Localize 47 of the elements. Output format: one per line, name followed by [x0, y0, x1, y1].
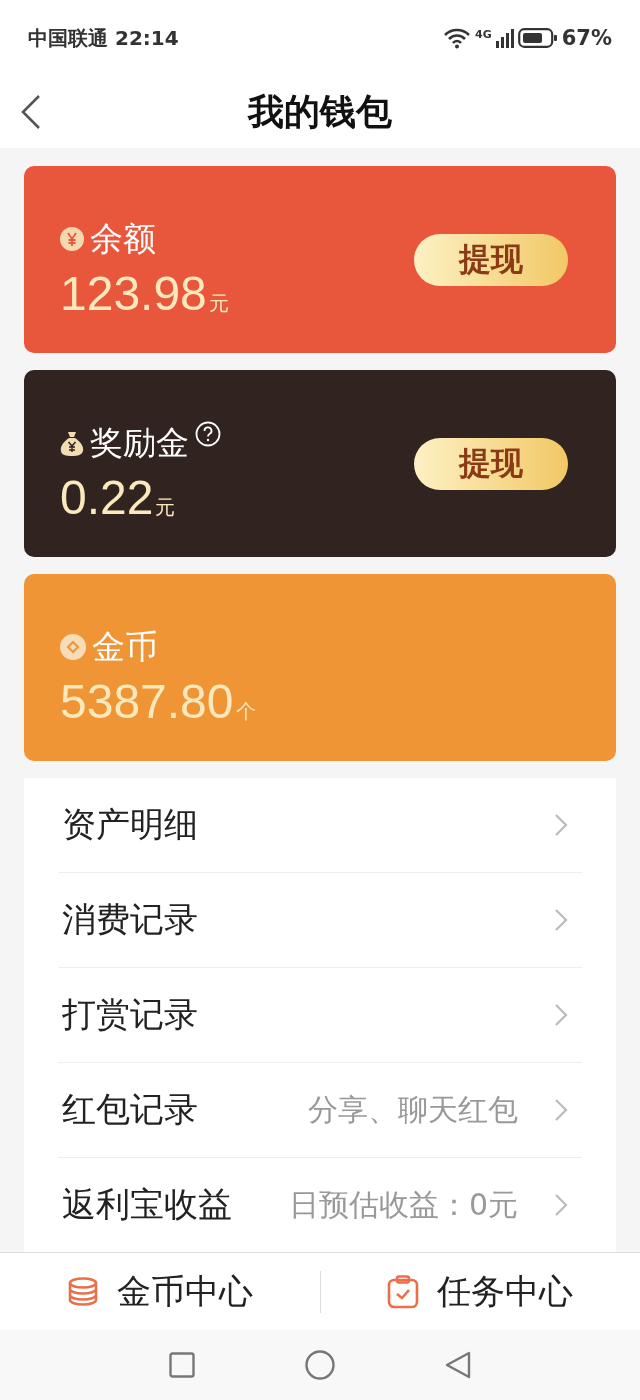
withdraw-button[interactable]: 提现: [414, 233, 568, 286]
withdraw-button[interactable]: 提现: [414, 437, 568, 490]
chevron-right-icon: [554, 1098, 568, 1122]
menu-hint: 分享、聊天红包: [308, 1090, 518, 1129]
network-type: 4G: [475, 28, 492, 42]
card-amount: 5387.80: [60, 673, 234, 729]
menu-item[interactable]: 资产明细: [58, 778, 582, 873]
yen-coin-icon: [60, 227, 84, 251]
bottom-tab[interactable]: 金币中心: [0, 1261, 320, 1322]
card-label: 奖励金: [90, 421, 189, 464]
menu-item[interactable]: 返利宝收益 日预估收益：0元: [58, 1158, 582, 1252]
chevron-right-icon: [554, 813, 568, 837]
chevron-right-icon: [554, 1003, 568, 1027]
menu-label: 资产明细: [62, 803, 198, 846]
chevron-right-icon: [554, 908, 568, 932]
menu-item[interactable]: 红包记录 分享、聊天红包: [58, 1063, 582, 1158]
menu-label: 返利宝收益: [62, 1183, 232, 1226]
back-icon[interactable]: [20, 94, 42, 131]
card-amount: 123.98: [60, 265, 207, 321]
amount-unit: 个: [235, 697, 256, 725]
recent-apps-icon[interactable]: [169, 1352, 195, 1378]
signal-icon: [495, 28, 514, 49]
menu-item[interactable]: 打赏记录: [58, 968, 582, 1063]
coin-icon: [60, 634, 86, 660]
page-title: 我的钱包: [248, 89, 392, 134]
home-icon[interactable]: [305, 1350, 335, 1380]
battery-icon: [517, 28, 558, 49]
menu-hint: 日预估收益：0元: [288, 1185, 518, 1224]
card-label: 余额: [90, 217, 156, 260]
bottom-tab[interactable]: 任务中心: [320, 1261, 640, 1322]
amount-unit: 元: [155, 493, 176, 521]
amount-unit: 元: [208, 289, 229, 317]
battery-percent: 67%: [561, 26, 612, 51]
back-nav-icon[interactable]: [445, 1351, 471, 1379]
wifi-icon: [443, 27, 472, 50]
chevron-right-icon: [554, 1193, 568, 1217]
menu-label: 打赏记录: [62, 993, 198, 1036]
clipboard-check-icon: [387, 1274, 420, 1309]
coin-stack-icon: [66, 1276, 99, 1307]
money-bag-icon: [60, 430, 84, 456]
menu-label: 红包记录: [62, 1088, 198, 1131]
card-amount: 0.22: [60, 469, 154, 525]
menu-label: 消费记录: [62, 898, 198, 941]
status-carrier-time: 中国联通 22:14: [28, 24, 179, 52]
card-label: 金币: [92, 625, 158, 668]
menu-item[interactable]: 消费记录: [58, 873, 582, 968]
help-icon[interactable]: [195, 420, 221, 447]
